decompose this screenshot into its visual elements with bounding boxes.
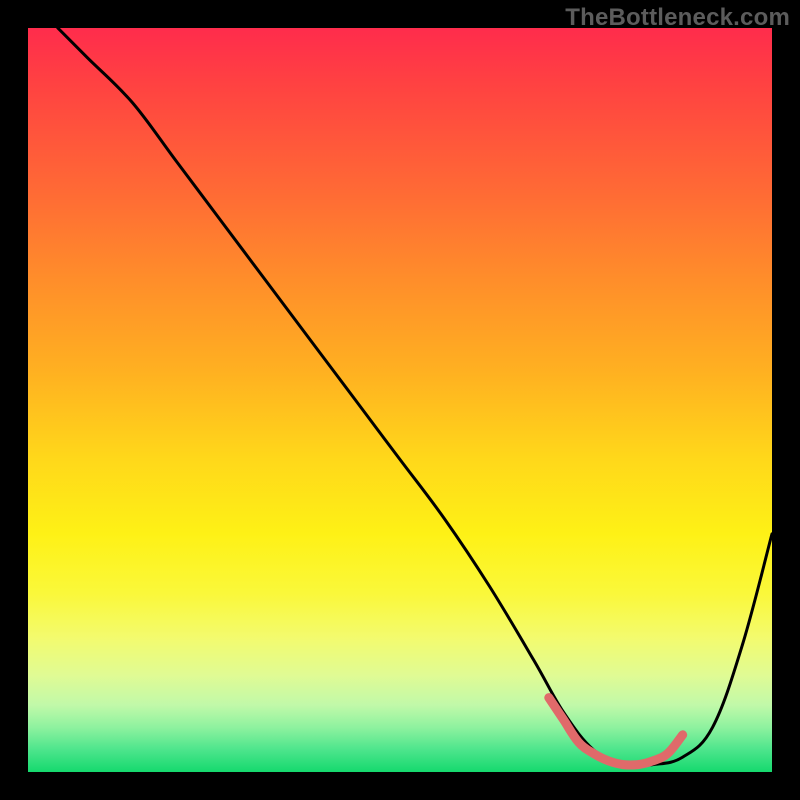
- watermark-text: TheBottleneck.com: [565, 4, 790, 32]
- chart-frame: TheBottleneck.com: [0, 0, 800, 800]
- main-curve-line: [58, 28, 772, 766]
- chart-svg: [28, 28, 772, 772]
- chart-plot-area: [28, 28, 772, 772]
- highlight-segment-line: [549, 698, 683, 765]
